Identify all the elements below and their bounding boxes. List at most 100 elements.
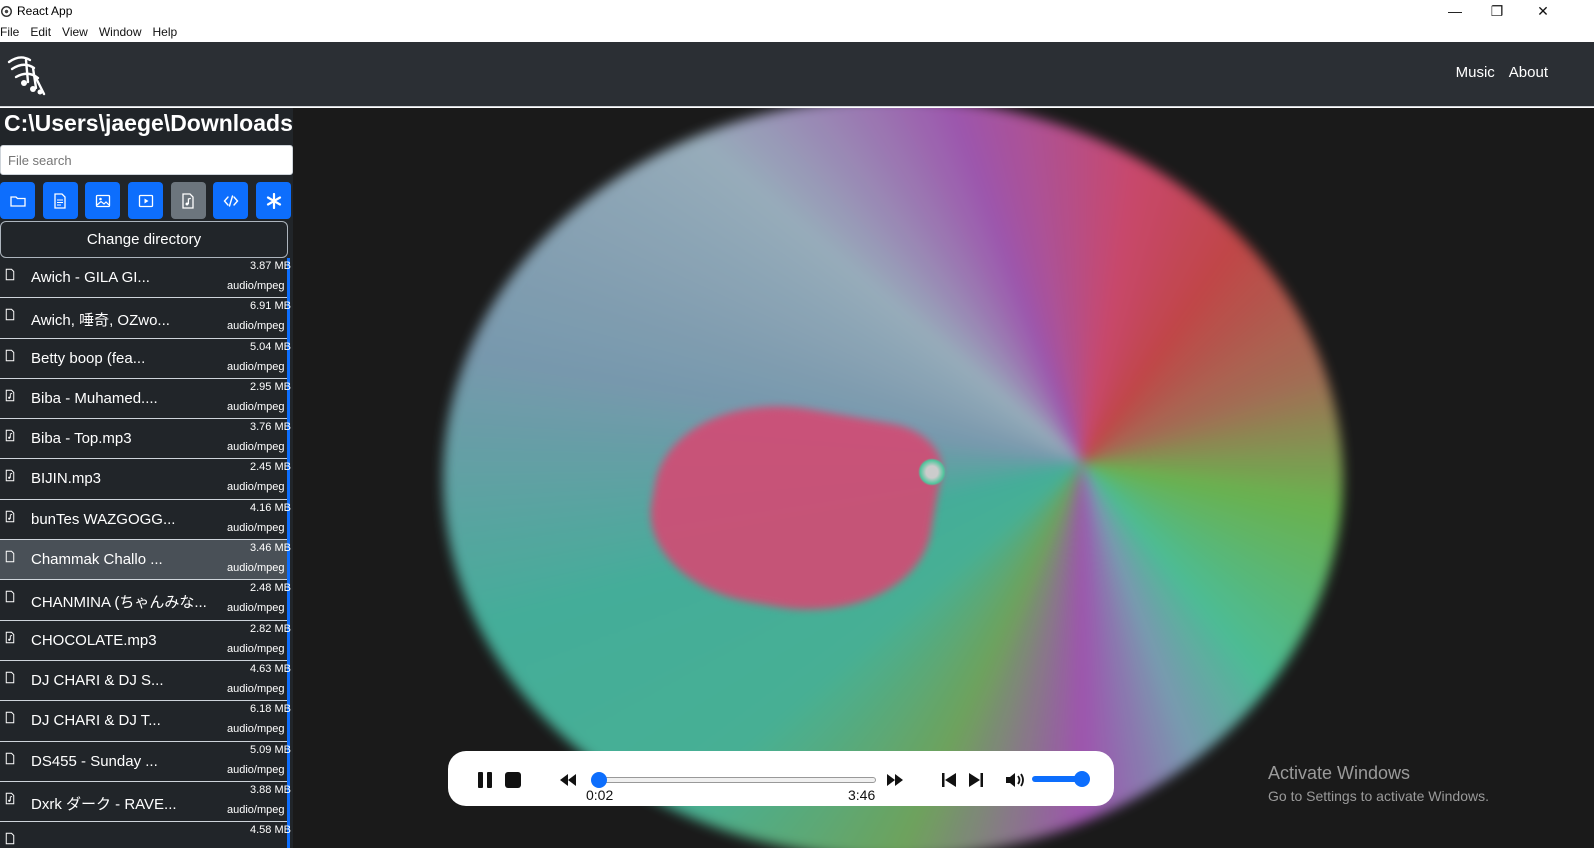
code-icon — [223, 194, 239, 207]
file-size: 2.95 MB — [250, 380, 291, 393]
filter-button-asterisk[interactable] — [256, 182, 292, 219]
file-type: audio/mpeg — [227, 441, 285, 454]
file-type: audio/mpeg — [227, 803, 285, 816]
file-size: 2.48 MB — [250, 582, 291, 595]
app-navbar: Music About — [0, 42, 1594, 107]
seek-thumb[interactable] — [590, 772, 607, 788]
file-list-item[interactable]: DS455 - Sunday ... 5.09 MB audio/mpeg — [0, 741, 291, 782]
file-list-item[interactable]: Awich - GILA GI... 3.87 MB audio/mpeg — [0, 258, 291, 299]
file-name: DJ CHARI & DJ S... — [31, 671, 164, 689]
file-name: bunTes WAZGOGG... — [31, 510, 176, 528]
music-file-icon — [5, 470, 15, 482]
menu-view[interactable]: View — [62, 25, 88, 39]
file-icon — [5, 349, 15, 361]
file-type: audio/mpeg — [227, 320, 285, 333]
file-list-item[interactable]: DJ CHARI & DJ S... 4.63 MB audio/mpeg — [0, 660, 291, 702]
file-name: Awich - GILA GI... — [31, 269, 150, 286]
next-track-button[interactable] — [967, 771, 985, 789]
file-list-item[interactable]: Biba - Muhamed.... 2.95 MB audio/mpeg — [0, 378, 291, 420]
rewind-icon — [560, 774, 576, 786]
file-list-item[interactable]: Dxrk ダーク - RAVE... 3.88 MB audio/mpeg — [0, 781, 291, 823]
file-type: audio/mpeg — [227, 602, 285, 615]
file-icon — [5, 550, 15, 563]
close-button[interactable]: ✕ — [1520, 0, 1566, 22]
file-icon — [5, 832, 15, 845]
file-name: Biba - Muhamed.... — [31, 389, 158, 407]
file-icon — [5, 752, 15, 764]
menu-window[interactable]: Window — [99, 25, 142, 39]
menu-file[interactable]: File — [0, 25, 19, 39]
image-icon — [95, 194, 111, 207]
file-name: Biba - Top.mp3 — [31, 430, 132, 448]
audio-visualizer: Activate Windows Go to Settings to activ… — [293, 108, 1594, 848]
rewind-button[interactable] — [558, 772, 578, 788]
file-name: Chammak Challo ... — [31, 551, 163, 569]
menu-edit[interactable]: Edit — [30, 25, 51, 39]
file-list-item[interactable]: bunTes WAZGOGG... 4.16 MB audio/mpeg — [0, 499, 291, 541]
file-type: audio/mpeg — [227, 562, 285, 575]
file-list-item[interactable]: CHOCOLATE.mp3 2.82 MB audio/mpeg — [0, 620, 291, 661]
file-icon — [5, 268, 15, 281]
file-type: audio/mpeg — [227, 642, 285, 655]
file-name: Dxrk ダーク - RAVE... — [31, 795, 177, 813]
filter-button-image[interactable] — [85, 182, 121, 219]
fast-forward-button[interactable] — [885, 772, 905, 788]
file-name: CHANMINA (ちゃんみな... — [31, 594, 207, 612]
file-list-item[interactable]: Betty boop (fea... 5.04 MB audio/mpeg — [0, 338, 291, 379]
file-list-item[interactable]: CHANMINA (ちゃんみな... 2.48 MB audio/mpeg — [0, 580, 291, 621]
menu-help[interactable]: Help — [153, 25, 178, 39]
music-logo-icon[interactable] — [6, 52, 46, 96]
file-type: audio/mpeg — [227, 360, 285, 373]
music-file-icon — [5, 389, 15, 402]
file-size: 3.87 MB — [250, 260, 291, 272]
file-list-item[interactable]: Biba - Top.mp3 3.76 MB audio/mpeg — [0, 419, 291, 460]
file-search-input[interactable] — [0, 145, 293, 175]
volume-thumb[interactable] — [1074, 771, 1090, 787]
file-type-filters — [0, 182, 293, 219]
file-list-item[interactable]: 4.58 MB — [0, 822, 291, 848]
change-directory-button[interactable]: Change directory — [0, 221, 288, 258]
pause-button[interactable] — [476, 771, 494, 789]
file-size: 3.76 MB — [250, 421, 291, 434]
file-icon — [5, 309, 15, 321]
file-icon — [5, 712, 15, 724]
volume-button[interactable] — [1004, 771, 1026, 789]
file-icon — [5, 671, 15, 684]
file-type: audio/mpeg — [227, 280, 285, 292]
music-file-icon — [5, 792, 15, 805]
file-type: audio/mpeg — [227, 481, 285, 494]
window-titlebar: React App — ❐ ✕ — [0, 0, 1594, 22]
file-list-item[interactable]: Awich, 唾奇, OZwo... 6.91 MB audio/mpeg — [0, 298, 291, 339]
file-name: DJ CHARI & DJ T... — [31, 712, 161, 730]
file-type: audio/mpeg — [227, 763, 285, 776]
stop-button[interactable] — [504, 771, 522, 789]
nav-music-link[interactable]: Music — [1456, 64, 1495, 81]
file-list-item[interactable]: BIJIN.mp3 2.45 MB audio/mpeg — [0, 459, 291, 500]
react-app-icon — [1, 5, 12, 17]
minimize-button[interactable]: — — [1432, 0, 1478, 22]
file-name: CHOCOLATE.mp3 — [31, 631, 157, 649]
filter-button-document[interactable] — [42, 182, 78, 219]
filter-button-folder[interactable] — [0, 182, 35, 219]
filter-button-music-file[interactable] — [170, 182, 206, 219]
filter-button-code[interactable] — [213, 182, 249, 219]
file-size: 4.16 MB — [250, 501, 291, 514]
duration: 3:46 — [848, 787, 876, 803]
restore-button[interactable]: ❐ — [1474, 0, 1520, 22]
file-size: 5.04 MB — [250, 340, 291, 353]
seek-bar[interactable] — [596, 777, 876, 783]
skip-forward-icon — [969, 773, 983, 787]
file-list-item[interactable]: DJ CHARI & DJ T... 6.18 MB audio/mpeg — [0, 701, 291, 742]
audio-player: 0:02 3:46 — [448, 751, 1114, 806]
current-directory: C:\Users\jaege\Downloads — [4, 110, 293, 136]
filter-button-video[interactable] — [128, 182, 164, 219]
pause-icon — [478, 772, 492, 788]
previous-track-button[interactable] — [940, 771, 958, 789]
file-list-item[interactable]: Chammak Challo ... 3.46 MB audio/mpeg — [0, 540, 291, 581]
music-file-icon — [5, 631, 15, 643]
file-size: 3.46 MB — [250, 542, 291, 555]
file-name: BIJIN.mp3 — [31, 470, 102, 488]
stop-icon — [505, 772, 521, 788]
nav-about-link[interactable]: About — [1509, 64, 1548, 81]
music-file-icon — [5, 429, 15, 442]
